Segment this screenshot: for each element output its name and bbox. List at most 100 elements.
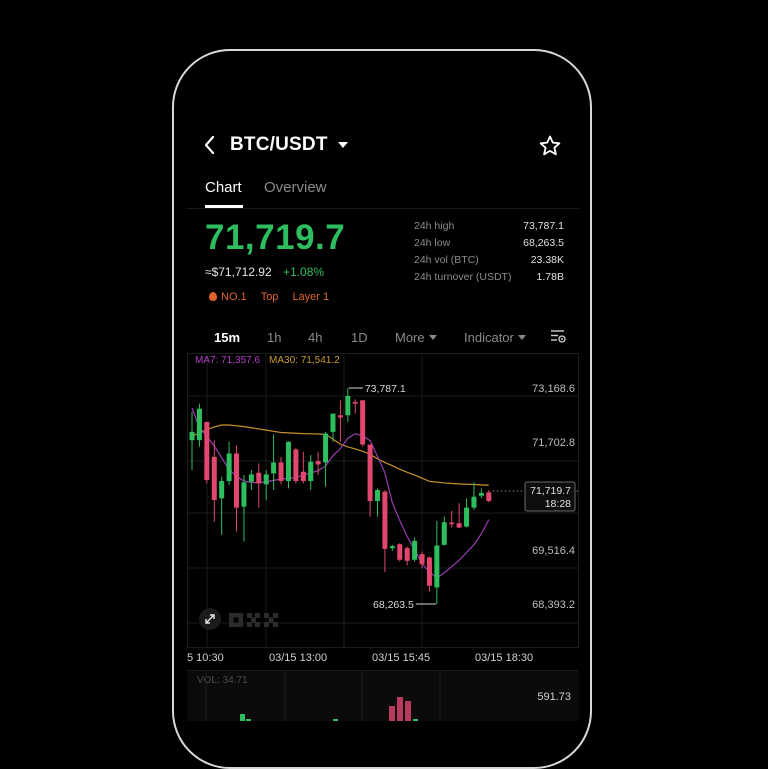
- candle: [456, 503, 462, 529]
- x-tick-label: 03/15 18:30: [475, 652, 534, 664]
- candle-body: [226, 453, 232, 482]
- candle: [234, 445, 240, 532]
- candle-body: [345, 395, 351, 416]
- current-time-label: 18:28: [545, 498, 571, 510]
- candle-body: [219, 481, 225, 499]
- flame-icon: [209, 292, 217, 301]
- candle-body: [486, 492, 492, 501]
- volume-bar: [397, 697, 403, 721]
- fullscreen-button[interactable]: [199, 608, 221, 630]
- timeframe-15m[interactable]: 15m: [214, 330, 240, 345]
- candle: [404, 546, 410, 566]
- pair-name: BTC/USDT: [230, 134, 328, 155]
- candle: [256, 463, 262, 508]
- usd-price: ≈$71,712.92: [205, 265, 272, 279]
- candle-body: [323, 433, 329, 463]
- candle-body: [256, 472, 262, 484]
- stat-row: 24h low 68,263.5: [414, 235, 564, 252]
- candle-body: [360, 400, 366, 445]
- candle-body: [389, 546, 395, 549]
- candle-body: [189, 431, 195, 441]
- candle: [412, 537, 418, 562]
- current-price-label: 71,719.7: [530, 485, 571, 497]
- candle-body: [471, 496, 477, 508]
- candle: [471, 482, 477, 510]
- expand-icon: [205, 614, 215, 624]
- chart-settings-icon[interactable]: [550, 328, 566, 344]
- indicator-dropdown[interactable]: Indicator: [464, 330, 526, 345]
- stat-label: 24h high: [414, 220, 455, 232]
- y-tick-label: 69,516.4: [532, 545, 575, 557]
- ma-legend: MA7: 71,357.6 MA30: 71,541.2: [195, 355, 340, 366]
- tag-list: NO.1 Top Layer 1: [209, 291, 329, 303]
- tab-overview[interactable]: Overview: [264, 179, 327, 196]
- stat-value: 73,787.1: [523, 220, 564, 232]
- candle-body: [300, 471, 306, 482]
- candle-body: [241, 482, 247, 507]
- candle-body: [464, 507, 470, 527]
- candle-body: [397, 544, 403, 560]
- rank-tag[interactable]: NO.1: [209, 291, 247, 303]
- candle-body: [441, 522, 447, 545]
- candle: [375, 488, 380, 517]
- candle-body: [412, 540, 418, 560]
- ma7-legend: MA7: 71,357.6: [195, 355, 261, 366]
- more-dropdown[interactable]: More: [395, 330, 437, 345]
- header: BTC/USDT: [187, 120, 579, 170]
- change-percent: +1.08%: [283, 265, 325, 279]
- candle-body: [337, 415, 343, 418]
- candle-body: [196, 408, 202, 441]
- volume-bar: [413, 719, 418, 721]
- okx-logo-icon: [229, 613, 278, 627]
- candle: [308, 455, 314, 491]
- candle-body: [263, 474, 269, 485]
- candle: [241, 475, 247, 542]
- stat-label: 24h turnover (USDT): [414, 271, 512, 283]
- stat-value: 23.38K: [530, 254, 564, 266]
- x-tick-label: 03/15 15:45: [372, 652, 431, 664]
- candle: [293, 447, 299, 484]
- layer-tag[interactable]: Layer 1: [292, 291, 329, 303]
- candle: [478, 488, 484, 499]
- candle-body: [278, 462, 284, 482]
- pair-selector[interactable]: BTC/USDT: [230, 134, 348, 156]
- timeframe-4h[interactable]: 4h: [308, 330, 322, 345]
- tab-chart[interactable]: Chart: [205, 179, 242, 196]
- low-marker-label: 68,263.5: [373, 599, 414, 611]
- candle-body: [382, 491, 388, 549]
- candle: [397, 543, 403, 562]
- candle: [352, 399, 358, 414]
- back-arrow-icon[interactable]: [201, 133, 219, 157]
- stat-value: 1.78B: [536, 271, 564, 283]
- indicator-label: Indicator: [464, 330, 514, 345]
- candle: [204, 421, 210, 484]
- candle: [382, 490, 388, 573]
- candle-body: [330, 413, 336, 432]
- y-tick-label: 68,393.2: [532, 599, 575, 611]
- candle-body: [367, 444, 373, 501]
- candle-body: [308, 461, 314, 482]
- timeframe-1h[interactable]: 1h: [267, 330, 281, 345]
- candle-body: [426, 557, 432, 586]
- candle-body: [271, 462, 277, 474]
- candle: [196, 403, 202, 447]
- candle-body: [404, 548, 410, 561]
- favorite-star-icon[interactable]: [538, 134, 562, 158]
- candle: [441, 516, 447, 546]
- chart-svg[interactable]: 73,168.6 71,702.8 69,516.4 68,393.2 73,787.1…: [187, 353, 579, 648]
- tab-bar: Chart Overview: [187, 170, 579, 209]
- more-label: More: [395, 330, 425, 345]
- candle: [248, 470, 254, 491]
- candlestick-chart[interactable]: 73,168.6 71,702.8 69,516.4 68,393.2 73,787.1…: [187, 353, 579, 648]
- candle: [389, 544, 395, 551]
- timeframe-1d[interactable]: 1D: [351, 330, 368, 345]
- candle: [271, 434, 277, 491]
- stats-panel: 24h high 73,787.1 24h low 68,263.5 24h vol…: [414, 218, 564, 286]
- stat-row: 24h high 73,787.1: [414, 218, 564, 235]
- caret-down-icon: [517, 335, 526, 340]
- x-axis: 5 10:30 03/15 13:00 03/15 15:45 03/15 18…: [187, 650, 579, 670]
- candle-body: [285, 441, 291, 482]
- candle: [263, 470, 269, 500]
- candle: [323, 431, 329, 487]
- top-tag[interactable]: Top: [261, 291, 279, 303]
